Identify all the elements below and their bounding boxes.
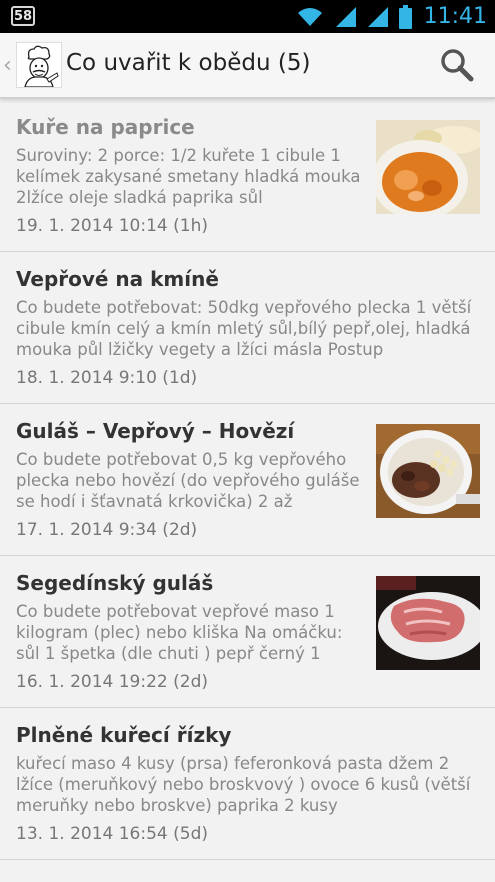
recipe-thumbnail (376, 576, 480, 670)
battery-icon (398, 4, 412, 29)
recipe-date: 19. 1. 2014 10:14 (1h) (16, 216, 208, 236)
notification-badge: 58 (11, 6, 35, 26)
recipe-date: 18. 1. 2014 9:10 (1d) (16, 368, 198, 388)
back-caret-icon[interactable]: ‹ (3, 53, 12, 78)
recipe-title: Guláš – Vepřový – Hovězí (16, 419, 295, 443)
recipe-date: 13. 1. 2014 16:54 (5d) (16, 824, 208, 844)
recipe-description: Co budete potřebovat: 50dkg vepřového pl… (16, 298, 472, 359)
recipe-date: 16. 1. 2014 19:22 (2d) (16, 672, 208, 692)
recipe-thumbnail (376, 120, 480, 214)
recipe-thumbnail (376, 424, 480, 518)
recipe-description: kuřecí maso 4 kusy (prsa) feferonková pa… (16, 754, 471, 815)
list-item[interactable]: Plněné kuřecí řízky kuřecí maso 4 kusy (… (0, 708, 495, 860)
recipe-description: Co budete potřebovat 0,5 kg vepřového pl… (16, 450, 360, 511)
recipe-description: Suroviny: 2 porce: 1/2 kuřete 1 cibule 1… (16, 146, 361, 207)
signal-icon (335, 6, 356, 27)
action-bar: ‹ Co uvařit k obědu (5) (0, 33, 495, 99)
recipe-title: Segedínský guláš (16, 571, 214, 595)
status-icons: 11:41 (295, 0, 487, 33)
list-item[interactable]: Segedínský guláš Co budete potřebovat ve… (0, 556, 495, 708)
recipe-list: Kuře na paprice Suroviny: 2 porce: 1/2 k… (0, 100, 495, 860)
recipe-title: Plněné kuřecí řízky (16, 723, 232, 747)
clock: 11:41 (423, 4, 487, 29)
status-bar: 58 11:41 (0, 0, 495, 33)
recipe-description: Co budete potřebovat vepřové maso 1 kilo… (16, 602, 343, 663)
list-item[interactable]: Kuře na paprice Suroviny: 2 porce: 1/2 k… (0, 100, 495, 252)
list-item[interactable]: Guláš – Vepřový – Hovězí Co budete potře… (0, 404, 495, 556)
recipe-title: Kuře na paprice (16, 115, 195, 139)
search-icon[interactable] (439, 47, 475, 83)
page-title: Co uvařit k obědu (5) (66, 50, 311, 76)
recipe-date: 17. 1. 2014 9:34 (2d) (16, 520, 198, 540)
chef-app-icon[interactable] (16, 42, 62, 88)
signal-icon (367, 6, 388, 27)
wifi-icon (297, 7, 322, 26)
list-item[interactable]: Vepřové na kmíně Co budete potřebovat: 5… (0, 252, 495, 404)
recipe-title: Vepřové na kmíně (16, 267, 219, 291)
